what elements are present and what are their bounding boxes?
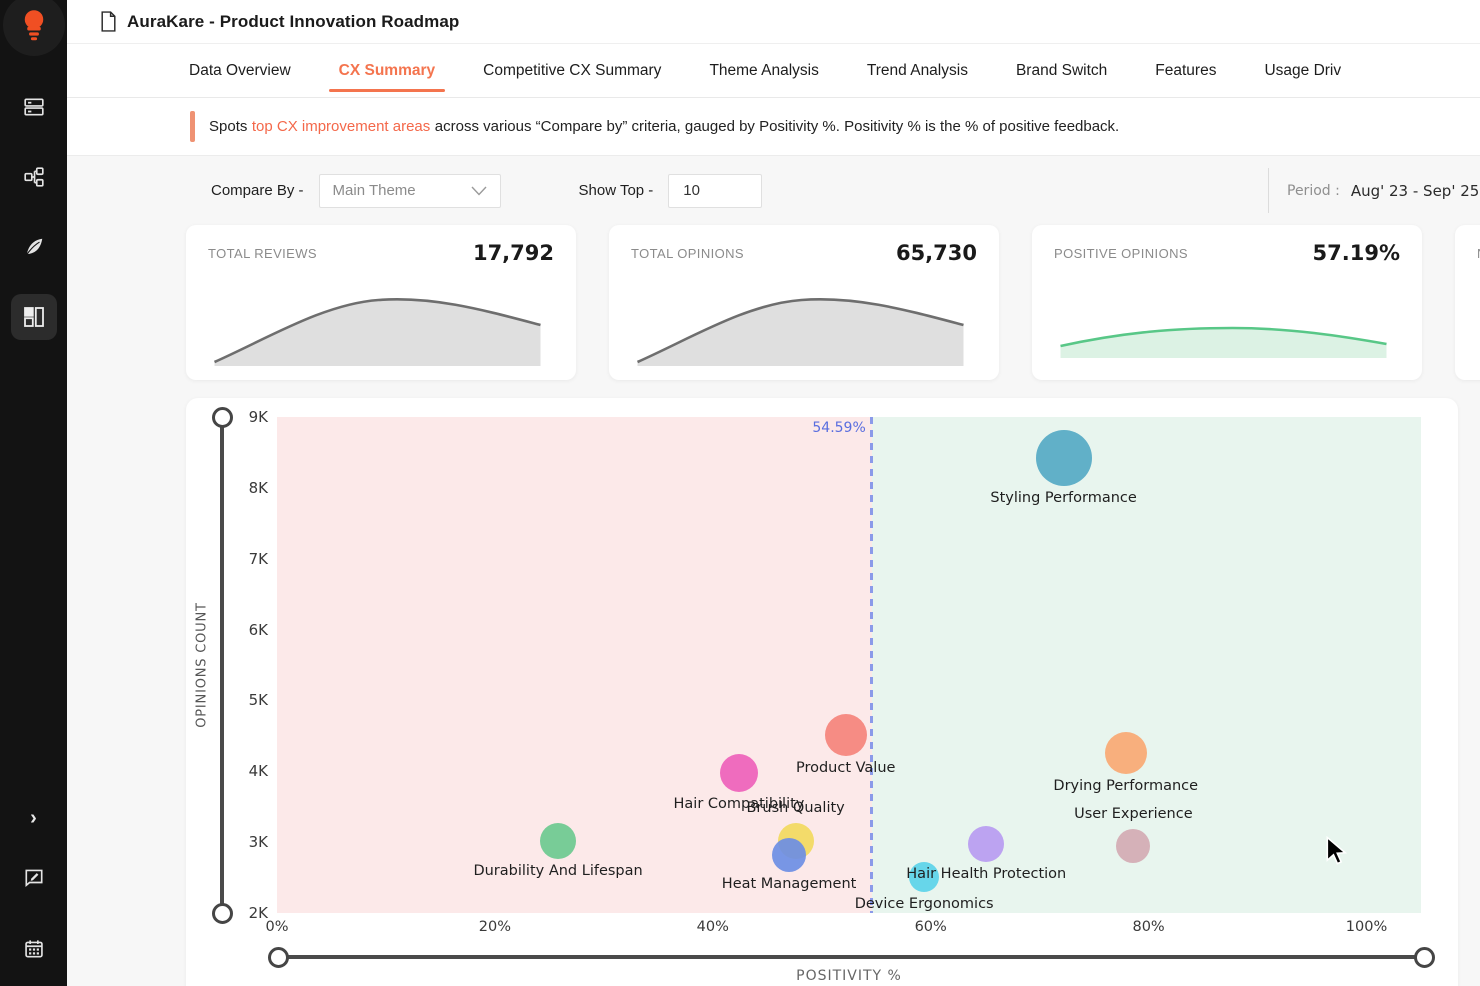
stat-card-value: 17,792	[473, 241, 554, 265]
bubble-label: Hair Health Protection	[846, 866, 1126, 882]
banner-accent-bar	[190, 111, 195, 142]
app-root: ›	[0, 0, 1480, 986]
y-slider-handle-bottom[interactable]	[212, 903, 233, 924]
stat-card-label: TOTAL REVIEWS	[208, 241, 317, 261]
document-icon	[100, 11, 117, 32]
sidebar-expand-chevron-icon[interactable]: ›	[30, 808, 37, 828]
x-axis-tick: 80%	[1109, 919, 1189, 935]
x-axis-tick: 20%	[455, 919, 535, 935]
y-axis-tick: 5K	[220, 691, 268, 709]
bubble-product-value[interactable]	[825, 714, 867, 756]
banner-prefix: Spots	[209, 118, 247, 135]
hierarchy-icon	[23, 166, 45, 188]
x-axis-tick: 0%	[237, 919, 317, 935]
sidebar-item-calendar[interactable]	[11, 926, 57, 972]
tab-competitive-cx-summary[interactable]: Competitive CX Summary	[459, 44, 685, 98]
bubble-label: Durability And Lifespan	[418, 863, 698, 879]
bubble-label: Drying Performance	[986, 778, 1266, 794]
chevron-down-icon	[471, 186, 487, 196]
period: Period : Aug' 23 - Sep' 25	[1268, 168, 1479, 213]
page-title: AuraKare - Product Innovation Roadmap	[127, 12, 459, 32]
compare-by-label: Compare By -	[211, 182, 304, 199]
threshold-label: 54.59%	[706, 420, 866, 436]
banner-suffix: across various “Compare by” criteria, ga…	[435, 118, 1119, 135]
tab-cx-summary[interactable]: CX Summary	[315, 44, 459, 98]
x-slider-handle-left[interactable]	[268, 947, 289, 968]
tab-bar: Data OverviewCX SummaryCompetitive CX Su…	[67, 44, 1480, 98]
stat-card: TOTAL OPINIONS 65,730	[609, 225, 999, 380]
stat-card: POSITIVE OPINIONS 57.19%	[1032, 225, 1422, 380]
x-axis-tick: 60%	[891, 919, 971, 935]
bubble-label: Device Ergonomics	[784, 896, 1064, 912]
info-banner: Spots top CX improvement areas across va…	[67, 98, 1480, 156]
y-axis-tick: 7K	[220, 550, 268, 568]
bubble-chart-panel: OPINIONS COUNT 9K8K7K6K5K4K3K2K 54.59% S…	[186, 398, 1458, 986]
feather-icon	[23, 236, 45, 258]
show-top-input[interactable]: 10	[668, 174, 762, 208]
y-axis-title: OPINIONS COUNT	[195, 602, 210, 728]
calendar-icon	[23, 938, 45, 960]
server-icon	[23, 96, 45, 118]
tab-features[interactable]: Features	[1131, 44, 1240, 98]
stat-card: TOTAL REVIEWS 17,792	[186, 225, 576, 380]
tab-brand-switch[interactable]: Brand Switch	[992, 44, 1131, 98]
bubble-styling-performance[interactable]	[1036, 430, 1092, 486]
sparkline	[1052, 278, 1402, 370]
period-label: Period :	[1287, 183, 1340, 199]
banner-text: Spots top CX improvement areas across va…	[209, 118, 1119, 135]
x-axis-tick: 40%	[673, 919, 753, 935]
tab-usage-driv[interactable]: Usage Driv	[1240, 44, 1365, 98]
bubble-plot: 54.59% Styling Performance Product Value H…	[277, 417, 1421, 913]
app-logo[interactable]	[3, 0, 65, 56]
sidebar-item-hierarchy[interactable]	[11, 154, 57, 200]
bubble-label: Styling Performance	[924, 490, 1204, 506]
x-axis-title: POSITIVITY %	[277, 968, 1421, 984]
sparkline	[206, 278, 556, 370]
comment-edit-icon	[23, 866, 45, 888]
sidebar-item-annotate[interactable]	[11, 854, 57, 900]
x-range-slider-track[interactable]	[278, 955, 1424, 959]
bubble-drying-performance[interactable]	[1105, 732, 1147, 774]
bubble-label: Brush Quality	[656, 800, 936, 816]
period-value: Aug' 23 - Sep' 25	[1351, 182, 1479, 200]
stat-card: N	[1455, 225, 1480, 380]
dashboard-grid-icon	[22, 305, 46, 329]
stat-cards-row: TOTAL REVIEWS 17,792 TOTAL OPINIONS 65,7…	[67, 225, 1480, 380]
sidebar: ›	[0, 0, 67, 986]
stat-card-value: 57.19%	[1313, 241, 1400, 265]
compare-by-value: Main Theme	[333, 182, 416, 199]
bubble-user-experience[interactable]	[1116, 829, 1150, 863]
bubble-label: User Experience	[993, 806, 1273, 822]
sidebar-item-dashboard[interactable]	[11, 294, 57, 340]
stat-card-value: 65,730	[896, 241, 977, 265]
tab-trend-analysis[interactable]: Trend Analysis	[843, 44, 992, 98]
bubble-heat-management[interactable]	[772, 838, 806, 872]
sidebar-item-feedback[interactable]	[11, 224, 57, 270]
tab-theme-analysis[interactable]: Theme Analysis	[685, 44, 842, 98]
show-top-label: Show Top -	[579, 182, 654, 199]
compare-by-select[interactable]: Main Theme	[319, 174, 501, 208]
y-axis-tick: 8K	[220, 479, 268, 497]
show-top-value: 10	[683, 182, 700, 199]
threshold-line	[870, 417, 873, 913]
lightbulb-logo-icon	[19, 9, 49, 41]
sidebar-item-sources[interactable]	[11, 84, 57, 130]
topbar: AuraKare - Product Innovation Roadmap	[67, 0, 1480, 44]
bubble-label: Product Value	[706, 760, 986, 776]
sparkline	[629, 278, 979, 370]
y-axis-tick: 6K	[220, 621, 268, 639]
stat-card-label: POSITIVE OPINIONS	[1054, 241, 1188, 261]
banner-highlight: top CX improvement areas	[252, 118, 430, 135]
y-axis-tick: 3K	[220, 833, 268, 851]
controls-row: Compare By - Main Theme Show Top - 10 Pe…	[67, 156, 1480, 225]
stat-card-label: TOTAL OPINIONS	[631, 241, 744, 261]
y-slider-handle-top[interactable]	[212, 407, 233, 428]
tab-data-overview[interactable]: Data Overview	[165, 44, 315, 98]
x-axis-tick: 100%	[1327, 919, 1407, 935]
x-slider-handle-right[interactable]	[1414, 947, 1435, 968]
y-axis-tick: 4K	[220, 762, 268, 780]
